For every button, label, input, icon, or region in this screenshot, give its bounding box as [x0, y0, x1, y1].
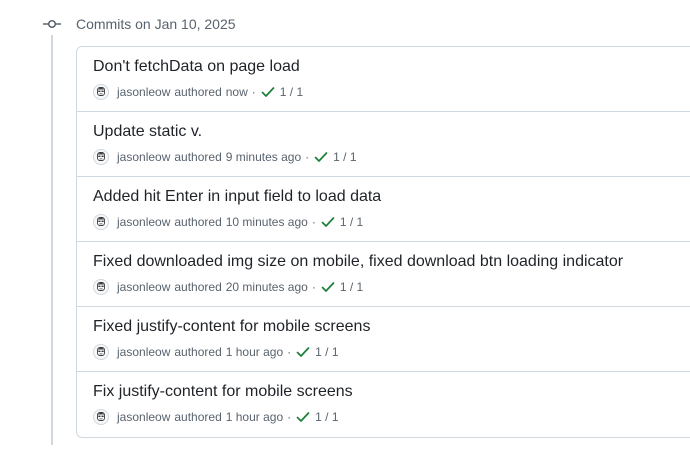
meta-separator: ·: [311, 215, 316, 229]
author-avatar[interactable]: [93, 279, 109, 295]
commit-meta: jasonleow authored 10 minutes ago · 1 / …: [93, 214, 363, 230]
author-link[interactable]: jasonleow: [117, 85, 170, 99]
commit-title-link[interactable]: Update static v.: [93, 123, 202, 141]
commit-time: 9 minutes ago: [225, 150, 302, 164]
commit-meta: jasonleow authored now · 1 / 1: [93, 84, 303, 100]
commit-row: Don't fetchData on page load jasonleow a…: [77, 47, 690, 112]
timeline-line: [51, 35, 53, 445]
commit-group-header: Commits on Jan 10, 2025: [43, 13, 236, 35]
checks-count[interactable]: 1 / 1: [340, 215, 363, 229]
author-link[interactable]: jasonleow: [117, 280, 170, 294]
commit-history-page: Commits on Jan 10, 2025 Don't fetchData …: [0, 0, 690, 451]
check-icon[interactable]: [313, 149, 329, 165]
commit-list: Don't fetchData on page load jasonleow a…: [76, 46, 690, 438]
check-icon[interactable]: [295, 409, 311, 425]
meta-separator: ·: [311, 280, 316, 294]
commit-time: 1 hour ago: [225, 345, 284, 359]
commit-meta: jasonleow authored 1 hour ago · 1 / 1: [93, 409, 339, 425]
check-icon[interactable]: [260, 84, 276, 100]
checks-count[interactable]: 1 / 1: [315, 410, 338, 424]
commit-row: Fixed justify-content for mobile screens…: [77, 307, 690, 372]
commit-title-link[interactable]: Don't fetchData on page load: [93, 58, 300, 76]
checks-count[interactable]: 1 / 1: [340, 280, 363, 294]
author-link[interactable]: jasonleow: [117, 215, 170, 229]
commit-time: now: [225, 85, 248, 99]
checks-count[interactable]: 1 / 1: [333, 150, 356, 164]
author-avatar[interactable]: [93, 84, 109, 100]
commit-group-title: Commits on Jan 10, 2025: [76, 16, 236, 32]
commit-title-link[interactable]: Fixed justify-content for mobile screens: [93, 318, 370, 336]
author-link[interactable]: jasonleow: [117, 345, 170, 359]
commit-meta: jasonleow authored 9 minutes ago · 1 / 1: [93, 149, 357, 165]
checks-count[interactable]: 1 / 1: [315, 345, 338, 359]
commit-title-link[interactable]: Added hit Enter in input field to load d…: [93, 188, 381, 206]
meta-separator: ·: [287, 410, 292, 424]
author-avatar[interactable]: [93, 149, 109, 165]
commit-time: 20 minutes ago: [225, 280, 308, 294]
authored-label: authored: [174, 410, 222, 424]
author-avatar[interactable]: [93, 214, 109, 230]
authored-label: authored: [174, 280, 222, 294]
commit-row: Update static v. jasonleow authored 9 mi…: [77, 112, 690, 177]
meta-separator: ·: [287, 345, 292, 359]
checks-count[interactable]: 1 / 1: [280, 85, 303, 99]
commit-row: Added hit Enter in input field to load d…: [77, 177, 690, 242]
author-avatar[interactable]: [93, 409, 109, 425]
git-commit-icon: [43, 19, 61, 29]
check-icon[interactable]: [320, 214, 336, 230]
authored-label: authored: [174, 345, 222, 359]
author-link[interactable]: jasonleow: [117, 410, 170, 424]
commit-meta: jasonleow authored 20 minutes ago · 1 / …: [93, 279, 363, 295]
check-icon[interactable]: [320, 279, 336, 295]
commit-time: 10 minutes ago: [225, 215, 308, 229]
author-link[interactable]: jasonleow: [117, 150, 170, 164]
author-avatar[interactable]: [93, 344, 109, 360]
commit-meta: jasonleow authored 1 hour ago · 1 / 1: [93, 344, 339, 360]
commit-time: 1 hour ago: [225, 410, 284, 424]
meta-separator: ·: [251, 85, 256, 99]
check-icon[interactable]: [295, 344, 311, 360]
meta-separator: ·: [305, 150, 310, 164]
authored-label: authored: [174, 150, 222, 164]
commit-row: Fix justify-content for mobile screens j…: [77, 372, 690, 437]
commit-title-link[interactable]: Fix justify-content for mobile screens: [93, 383, 353, 401]
authored-label: authored: [174, 215, 222, 229]
commit-row: Fixed downloaded img size on mobile, fix…: [77, 242, 690, 307]
commit-title-link[interactable]: Fixed downloaded img size on mobile, fix…: [93, 253, 623, 271]
authored-label: authored: [174, 85, 222, 99]
